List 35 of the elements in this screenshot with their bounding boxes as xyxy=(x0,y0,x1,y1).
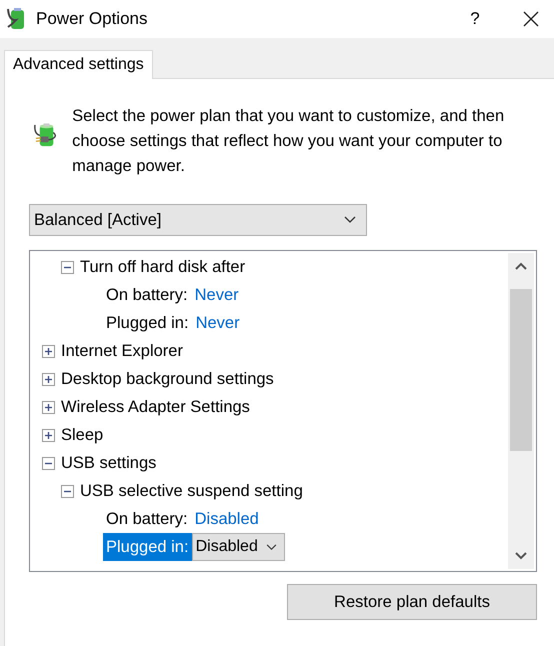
close-icon[interactable] xyxy=(523,11,539,27)
collapse-icon[interactable] xyxy=(42,456,55,470)
tree-item[interactable]: Desktop background settings xyxy=(61,366,274,392)
intro-text: Select the power plan that you want to customize, and then choose settings that reflect how you want your computer to manage power. xyxy=(72,106,506,177)
tree-item[interactable]: Turn off hard disk after xyxy=(80,254,246,280)
chevron-up-icon[interactable] xyxy=(515,262,527,270)
setting-value-link[interactable]: Never xyxy=(196,310,240,336)
help-button[interactable]: ? xyxy=(455,6,495,32)
tree-item[interactable]: Wireless Adapter Settings xyxy=(61,394,250,420)
restore-defaults-button[interactable]: Restore plan defaults xyxy=(287,584,537,620)
setting-value-link[interactable]: Disabled xyxy=(194,506,259,532)
setting-value-link[interactable]: Never xyxy=(194,282,239,308)
scrollbar-thumb[interactable] xyxy=(510,289,532,451)
chevron-down-icon xyxy=(344,216,356,224)
value-dropdown[interactable]: Disabled xyxy=(192,533,285,561)
chevron-down-icon xyxy=(266,544,277,550)
tab[interactable]: Advanced settings xyxy=(4,50,153,79)
expand-icon[interactable] xyxy=(42,400,55,414)
chevron-down-icon[interactable] xyxy=(515,552,527,560)
setting-label[interactable]: On battery: xyxy=(103,282,191,308)
setting-label[interactable]: Plugged in: xyxy=(103,310,192,336)
expand-icon[interactable] xyxy=(42,372,55,386)
scrollbar[interactable] xyxy=(508,253,534,569)
tree-item[interactable]: Sleep xyxy=(61,422,104,448)
tree-item[interactable]: Internet Explorer xyxy=(61,338,183,364)
plan-dropdown[interactable]: Balanced [Active] xyxy=(29,204,367,236)
setting-label[interactable]: Plugged in: xyxy=(103,533,192,561)
setting-label[interactable]: On battery: xyxy=(103,506,191,532)
window-title: Power Options xyxy=(36,8,148,30)
tree-item[interactable]: USB selective suspend setting xyxy=(80,478,303,504)
collapse-icon[interactable] xyxy=(61,260,74,274)
expand-icon[interactable] xyxy=(42,428,55,442)
tree-item[interactable]: USB settings xyxy=(61,450,156,476)
collapse-icon[interactable] xyxy=(61,484,74,498)
expand-icon[interactable] xyxy=(42,344,55,358)
